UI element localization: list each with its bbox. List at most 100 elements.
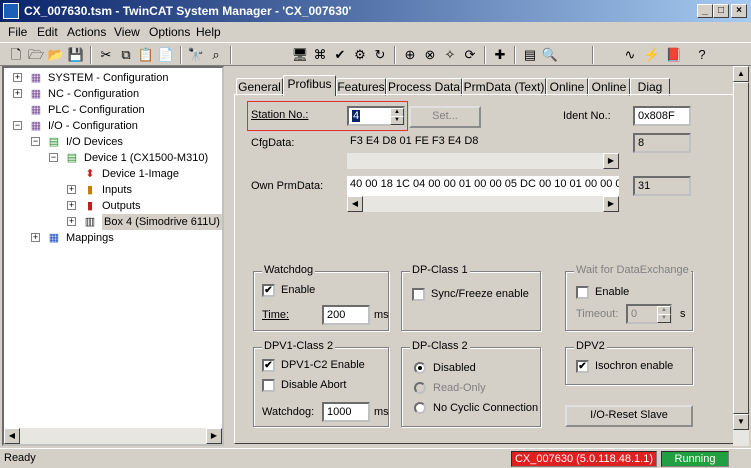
scroll-down-icon[interactable]: ▼ xyxy=(733,414,749,430)
watchdog-time-unit: ms xyxy=(374,309,389,321)
cfgdata-hscrollbar[interactable]: ▶ xyxy=(347,153,619,169)
scroll-left-icon[interactable]: ◀ xyxy=(347,196,363,212)
minimize-button[interactable]: _ xyxy=(697,4,713,18)
tree-item-device-image[interactable]: Device 1-Image xyxy=(102,166,179,182)
dpv1-c2-enable-label: DPV1-C2 Enable xyxy=(281,359,365,371)
toolbar-separator xyxy=(592,46,594,64)
tree-expander[interactable]: − xyxy=(49,153,58,162)
scroll-right-icon[interactable]: ▶ xyxy=(603,196,619,212)
activate-config-icon[interactable]: ⚙ xyxy=(350,45,370,65)
spin-down-icon[interactable]: ▼ xyxy=(657,314,671,323)
generate-mappings-icon[interactable]: ⌘ xyxy=(310,45,330,65)
wizard-icon[interactable]: ✧ xyxy=(440,45,460,65)
help-icon[interactable]: ? xyxy=(692,45,712,65)
tab-profibus[interactable]: Profibus xyxy=(283,75,336,96)
tree-expander[interactable]: − xyxy=(13,121,22,130)
paste-special-icon[interactable]: 📄 xyxy=(156,45,176,65)
toggle-free-run-icon[interactable]: ⟳ xyxy=(460,45,480,65)
menu-options[interactable]: Options xyxy=(149,25,190,39)
tree-expander[interactable]: − xyxy=(31,137,40,146)
prmdata-field[interactable]: 40 00 18 1C 04 00 00 01 00 00 05 DC 00 1… xyxy=(347,176,619,196)
menu-edit[interactable]: Edit xyxy=(37,25,58,39)
tree-item-system[interactable]: SYSTEM - Configuration xyxy=(48,70,168,86)
tree-item-nc[interactable]: NC - Configuration xyxy=(48,86,139,102)
menu-help[interactable]: Help xyxy=(196,25,221,39)
tree-view[interactable]: + ▦ SYSTEM - Configuration + ▦ NC - Conf… xyxy=(2,66,224,446)
zoom-icon[interactable]: 🔍 xyxy=(540,45,560,65)
find-next-icon[interactable]: ⌕ xyxy=(206,45,226,65)
monitor-icon[interactable]: 🖥 xyxy=(290,45,310,65)
scroll-right-icon[interactable]: ▶ xyxy=(206,428,222,444)
cfgdata-field[interactable]: F3 E4 D8 01 FE F3 E4 D8 xyxy=(347,133,619,153)
dp-class2-disabled-label: Disabled xyxy=(433,362,476,374)
motor-icon[interactable]: ⚡ xyxy=(642,45,662,65)
tree-expander[interactable]: + xyxy=(31,233,40,242)
tree-expander[interactable]: + xyxy=(13,73,22,82)
open-folder-icon[interactable]: 📂 xyxy=(46,45,66,65)
scroll-thumb[interactable] xyxy=(733,82,749,414)
pane-vscrollbar[interactable]: ▲ ▼ xyxy=(733,66,749,446)
tree-item-device[interactable]: Device 1 (CX1500-M310) xyxy=(84,150,208,166)
wait-enable-checkbox[interactable] xyxy=(576,286,589,299)
tree-item-plc[interactable]: PLC - Configuration xyxy=(48,102,145,118)
spin-down-icon[interactable]: ▼ xyxy=(390,116,404,125)
network-icon[interactable]: ⊕ xyxy=(400,45,420,65)
menu-actions[interactable]: Actions xyxy=(67,25,106,39)
show-sources-icon[interactable]: ▤ xyxy=(520,45,540,65)
restart-icon[interactable]: ↻ xyxy=(370,45,390,65)
scroll-up-icon[interactable]: ▲ xyxy=(733,66,749,82)
tree-item-io-devices[interactable]: I/O Devices xyxy=(66,134,123,150)
toolbar-separator xyxy=(394,46,396,64)
tree-expander[interactable]: + xyxy=(67,185,76,194)
scan-icon[interactable]: ⊗ xyxy=(420,45,440,65)
menu-file[interactable]: File xyxy=(8,25,27,39)
check-config-icon[interactable]: ✔ xyxy=(330,45,350,65)
dp-class1-title: DP-Class 1 xyxy=(410,264,470,276)
scroll-right-icon[interactable]: ▶ xyxy=(603,153,619,169)
prmdata-hscrollbar[interactable]: ◀ ▶ xyxy=(347,196,619,212)
dpv1-c2-enable-checkbox[interactable]: ✔ xyxy=(262,359,275,372)
tree-item-outputs[interactable]: Outputs xyxy=(102,198,141,214)
tree-hscrollbar[interactable]: ◀ ▶ xyxy=(4,428,222,444)
station-spinner[interactable]: ▲ ▼ xyxy=(390,108,404,126)
status-text: Ready xyxy=(4,452,36,464)
ident-field[interactable]: 0x808F xyxy=(633,106,691,126)
tree-expander[interactable]: + xyxy=(13,89,22,98)
watchdog-time-input[interactable]: 200 xyxy=(322,305,370,325)
save-icon[interactable]: 💾 xyxy=(66,45,86,65)
new-file-icon[interactable]: 🗋 xyxy=(6,45,26,65)
scope-icon[interactable]: ∿ xyxy=(620,45,640,65)
timeout-spinner[interactable]: ▲ ▼ xyxy=(657,306,671,324)
isochron-checkbox[interactable]: ✔ xyxy=(576,360,589,373)
set-button[interactable]: Set... xyxy=(409,106,481,128)
tree-expander[interactable]: + xyxy=(67,217,76,226)
open-file-icon[interactable]: 🗁 xyxy=(26,45,46,65)
paste-icon[interactable]: 📋 xyxy=(136,45,156,65)
tree-item-mappings[interactable]: Mappings xyxy=(66,230,114,246)
find-icon[interactable]: 🔭 xyxy=(186,45,206,65)
tree-item-io[interactable]: I/O - Configuration xyxy=(48,118,138,134)
cut-icon[interactable]: ✂ xyxy=(96,45,116,65)
close-button[interactable]: × xyxy=(731,4,747,18)
menu-view[interactable]: View xyxy=(114,25,140,39)
disable-abort-checkbox[interactable] xyxy=(262,379,275,392)
add-item-icon[interactable]: ✚ xyxy=(490,45,510,65)
help-book-icon[interactable]: 📕 xyxy=(664,45,684,65)
dp-class2-no-cyclic-radio[interactable] xyxy=(414,402,426,414)
timeout-unit: s xyxy=(680,308,686,320)
tree-item-box[interactable]: Box 4 (Simodrive 611U) xyxy=(102,214,222,230)
io-reset-slave-button[interactable]: I/O-Reset Slave xyxy=(565,405,693,427)
prmdata-label: Own PrmData: xyxy=(251,180,324,192)
sync-freeze-checkbox[interactable] xyxy=(412,288,425,301)
dp-class2-disabled-radio[interactable] xyxy=(414,362,426,374)
maximize-button[interactable]: □ xyxy=(713,4,729,18)
copy-icon[interactable]: ⧉ xyxy=(116,45,136,65)
scroll-left-icon[interactable]: ◀ xyxy=(4,428,20,444)
dp-class2-readonly-radio[interactable] xyxy=(414,382,426,394)
watchdog-enable-checkbox[interactable]: ✔ xyxy=(262,284,275,297)
tree-item-inputs[interactable]: Inputs xyxy=(102,182,132,198)
dpv1-watchdog-input[interactable]: 1000 xyxy=(322,402,370,422)
watchdog-enable-label: Enable xyxy=(281,284,316,296)
dpv1-watchdog-unit: ms xyxy=(374,406,389,418)
tree-expander[interactable]: + xyxy=(67,201,76,210)
